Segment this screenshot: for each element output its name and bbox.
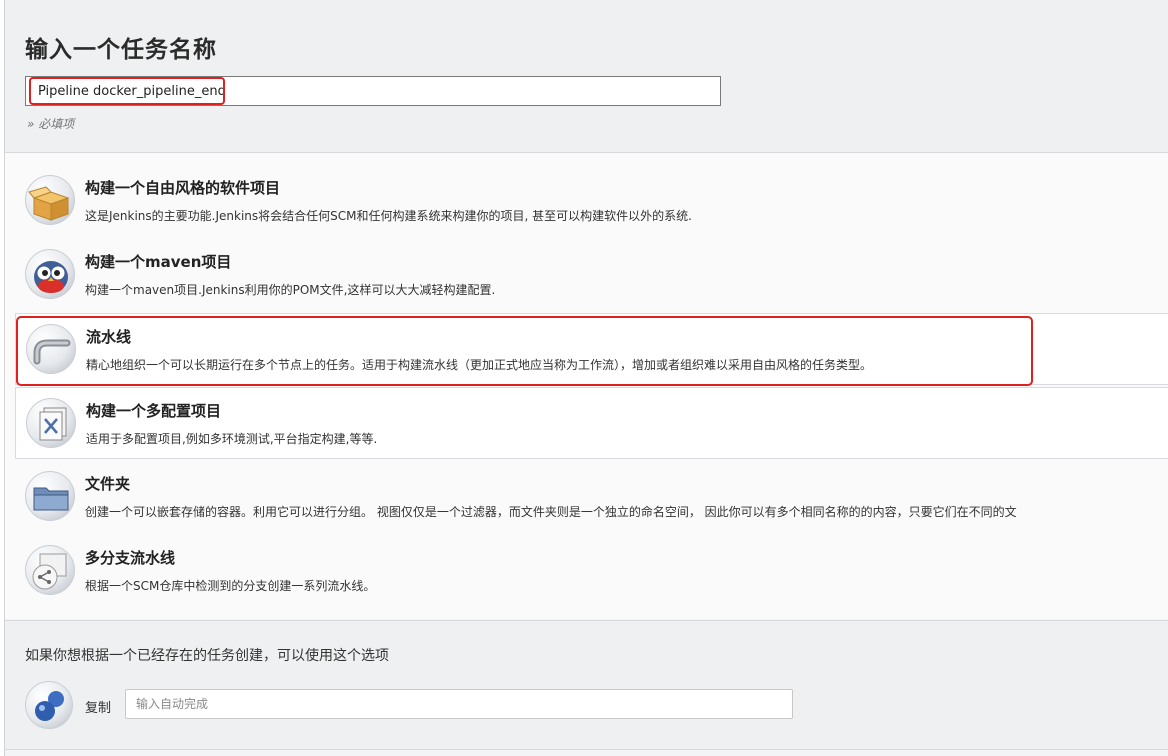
item-type-name: 构建一个maven项目: [85, 253, 232, 271]
new-item-page: 输入一个任务名称 » 必填项 构建一个自由风格的软件项目 这是Jenkins的主…: [4, 0, 1168, 756]
copy-label: 复制: [85, 701, 112, 716]
item-type-name: 构建一个自由风格的软件项目: [85, 179, 281, 197]
freestyle-box-icon: [25, 175, 75, 225]
item-type-desc: 这是Jenkins的主要功能.Jenkins将会结合任何SCM和任何构建系统来构…: [85, 209, 692, 223]
item-type-desc: 根据一个SCM仓库中检测到的分支创建一系列流水线。: [85, 579, 376, 593]
pipeline-pipe-icon: [26, 324, 76, 374]
item-type-desc: 适用于多配置项目,例如多环境测试,平台指定构建,等等.: [86, 432, 378, 446]
item-type-multibranch[interactable]: 多分支流水线 根据一个SCM仓库中检测到的分支创建一系列流水线。: [15, 535, 1168, 607]
item-type-desc: 精心地组织一个可以长期运行在多个节点上的任务。适用于构建流水线（更加正式地应当称…: [86, 358, 873, 372]
item-type-pipeline[interactable]: 流水线 精心地组织一个可以长期运行在多个节点上的任务。适用于构建流水线（更加正式…: [15, 313, 1168, 385]
required-hint: » 必填项: [27, 117, 75, 131]
item-type-name: 文件夹: [85, 475, 131, 493]
folder-icon: [25, 471, 75, 521]
item-type-freestyle[interactable]: 构建一个自由风格的软件项目 这是Jenkins的主要功能.Jenkins将会结合…: [15, 165, 1168, 237]
item-name-input[interactable]: [25, 76, 721, 106]
item-type-desc: 创建一个可以嵌套存储的容器。利用它可以进行分组。 视图仅仅是一个过滤器，而文件夹…: [85, 505, 1017, 519]
copy-from-input[interactable]: [125, 689, 793, 719]
multi-config-icon: [26, 398, 76, 448]
item-type-name: 多分支流水线: [85, 549, 176, 567]
item-type-folder[interactable]: 文件夹 创建一个可以嵌套存储的容器。利用它可以进行分组。 视图仅仅是一个过滤器，…: [15, 461, 1168, 533]
copy-hint: 如果你想根据一个已经存在的任务创建，可以使用这个选项: [25, 648, 389, 664]
item-type-name: 流水线: [86, 328, 132, 346]
page-title: 输入一个任务名称: [25, 37, 217, 63]
maven-owl-icon: [25, 249, 75, 299]
item-type-name: 构建一个多配置项目: [86, 402, 222, 420]
item-type-list: 构建一个自由风格的软件项目 这是Jenkins的主要功能.Jenkins将会结合…: [5, 153, 1168, 619]
item-type-desc: 构建一个maven项目.Jenkins利用你的POM文件,这样可以大大减轻构建配…: [85, 283, 496, 297]
item-type-multi-config[interactable]: 构建一个多配置项目 适用于多配置项目,例如多环境测试,平台指定构建,等等.: [15, 387, 1168, 459]
copy-from-section: 如果你想根据一个已经存在的任务创建，可以使用这个选项 复制: [5, 620, 1168, 750]
item-type-maven[interactable]: 构建一个maven项目 构建一个maven项目.Jenkins利用你的POM文件…: [15, 239, 1168, 311]
copy-spheres-icon: [25, 681, 73, 729]
multibranch-icon: [25, 545, 75, 595]
name-section: 输入一个任务名称 » 必填项: [5, 0, 1168, 153]
